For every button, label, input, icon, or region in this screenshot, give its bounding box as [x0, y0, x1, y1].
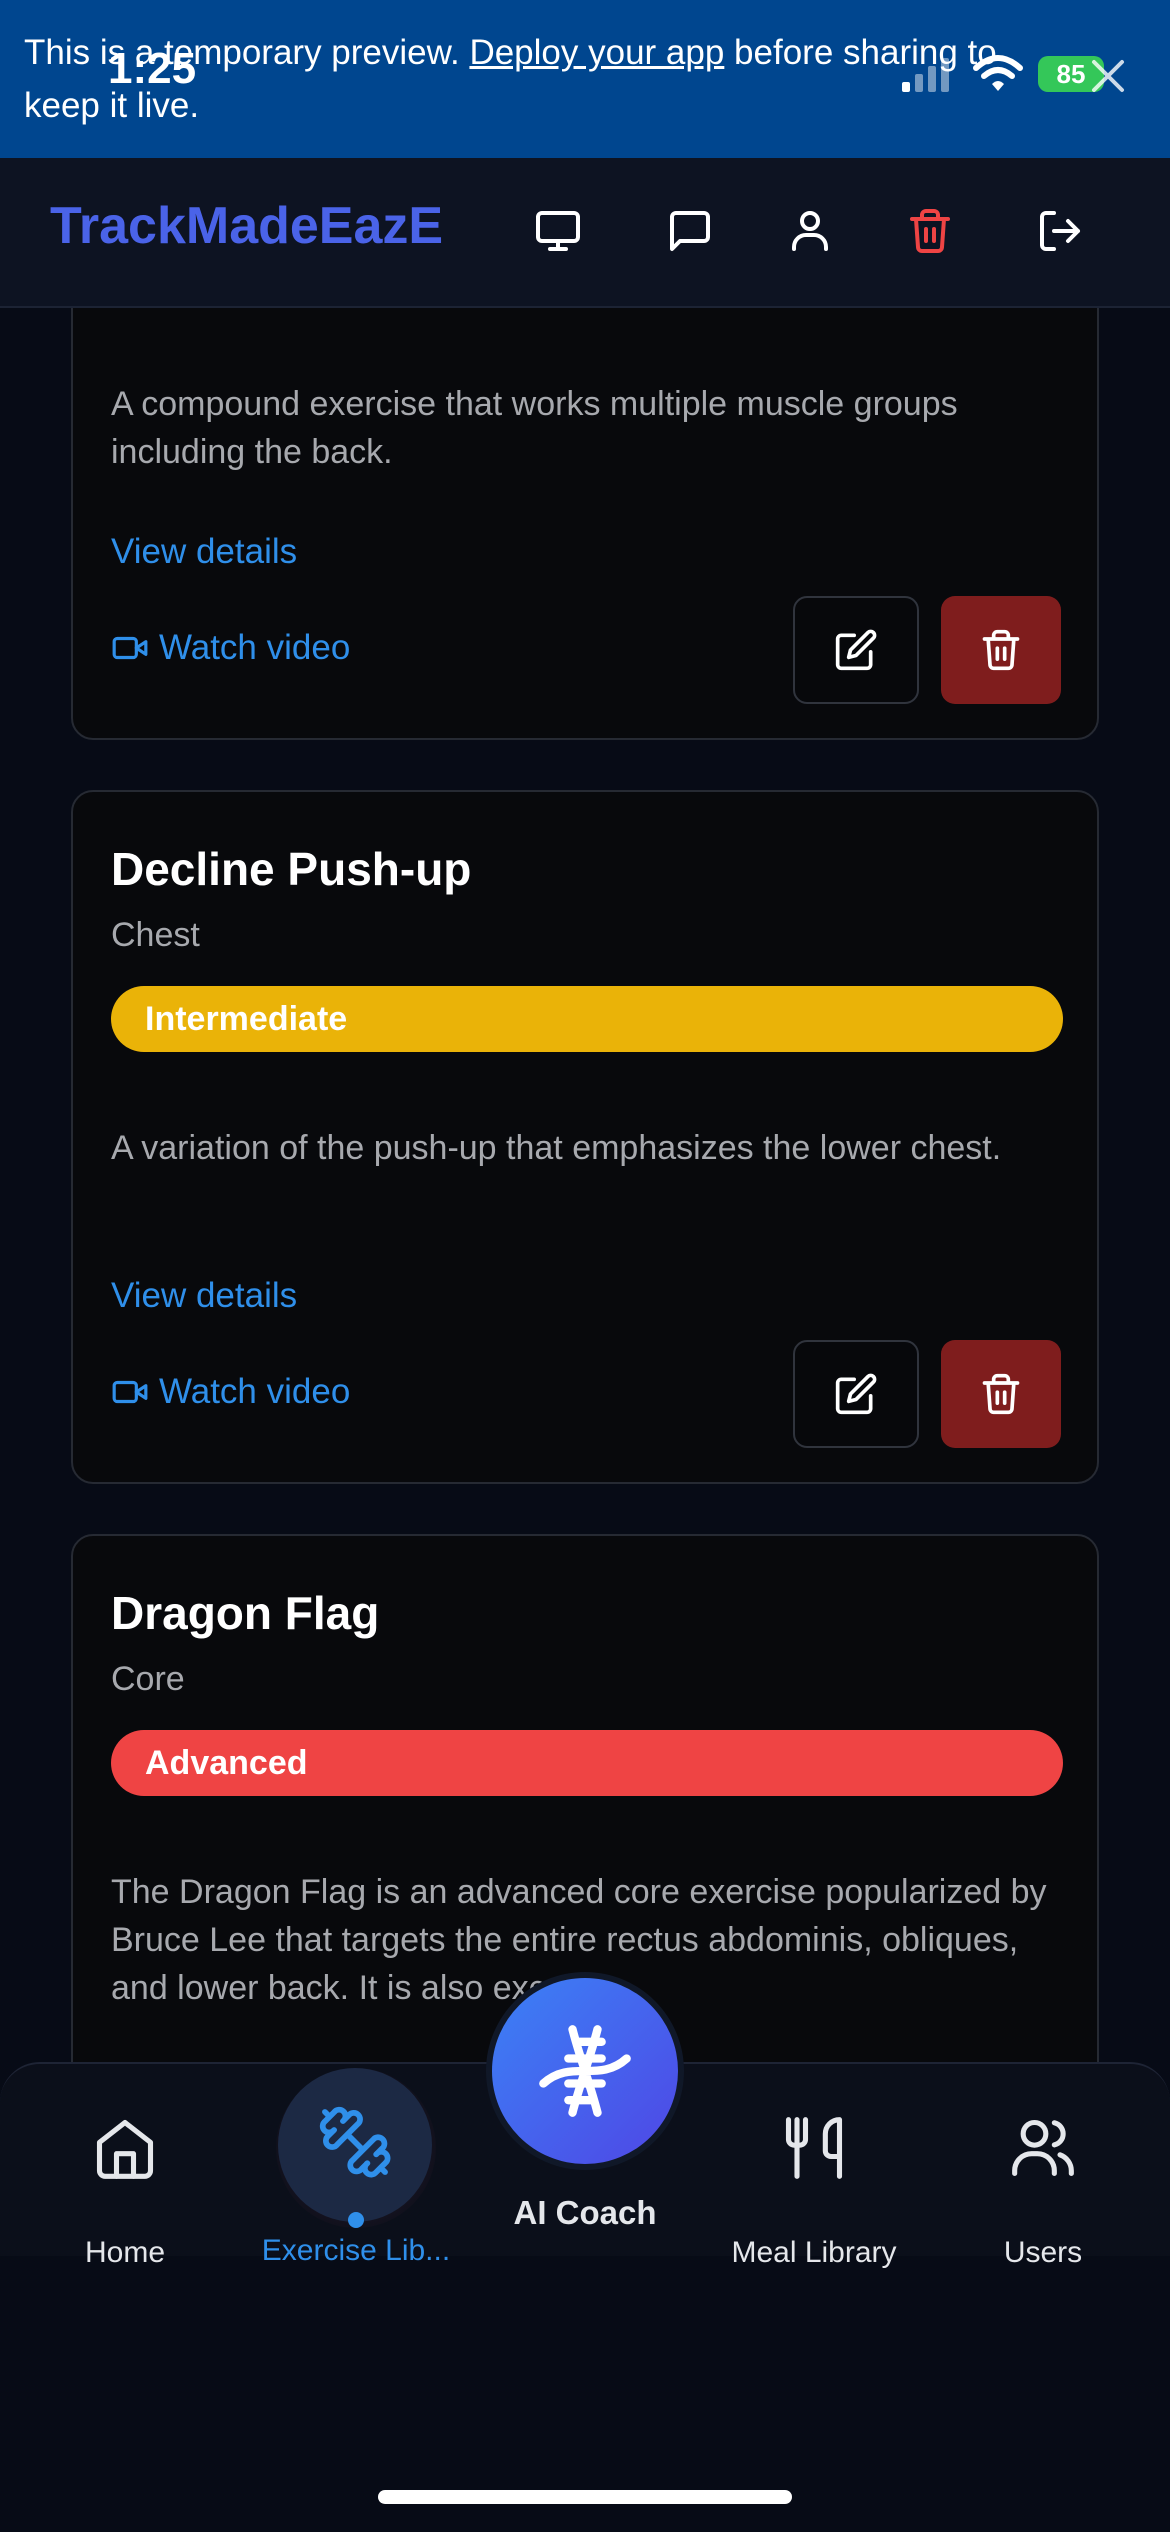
wifi-icon	[973, 55, 1023, 91]
nav-meal-label: Meal Library	[731, 2236, 897, 2269]
home-indicator	[378, 2490, 792, 2504]
watch-video-link[interactable]: Watch video	[111, 1372, 350, 1412]
video-icon	[112, 636, 148, 660]
difficulty-badge: Intermediate	[111, 986, 1063, 1052]
exercise-title: Dragon Flag	[111, 1587, 380, 1639]
view-details-link[interactable]: View details	[111, 532, 297, 572]
monitor-icon[interactable]	[523, 196, 593, 266]
edit-icon	[835, 1373, 877, 1415]
message-icon[interactable]	[655, 196, 725, 266]
trash-icon	[982, 629, 1020, 671]
exercise-category: Chest	[111, 916, 200, 954]
nav-exercise-library[interactable]	[278, 2068, 432, 2222]
signal-icon	[902, 58, 949, 92]
app-header: TrackMadeEazE	[0, 158, 1170, 308]
exercise-card: Decline Push-up Chest Intermediate A var…	[71, 790, 1099, 1484]
watch-video-label: Watch video	[159, 1372, 351, 1411]
ai-coach-button[interactable]	[486, 1972, 684, 2170]
nav-meal-library[interactable]: Meal Library	[716, 2064, 912, 2269]
status-time: 1:25	[108, 44, 197, 93]
view-details-link[interactable]: View details	[111, 1276, 297, 1316]
exercise-title: Decline Push-up	[111, 843, 472, 895]
edit-button[interactable]	[793, 1340, 919, 1448]
exercise-card: A compound exercise that works multiple …	[71, 260, 1099, 740]
video-icon	[112, 1380, 148, 1404]
nav-users[interactable]: Users	[970, 2064, 1116, 2269]
exercise-description: A variation of the push-up that emphasiz…	[111, 1129, 1002, 1167]
preview-banner: This is a temporary preview. Deploy your…	[0, 0, 1170, 158]
edit-icon	[835, 629, 877, 671]
home-icon	[96, 2119, 154, 2179]
difficulty-badge: Advanced	[111, 1730, 1063, 1796]
user-icon[interactable]	[775, 196, 845, 266]
logout-icon[interactable]	[1025, 196, 1095, 266]
edit-button[interactable]	[793, 596, 919, 704]
app-screen: This is a temporary preview. Deploy your…	[0, 0, 1170, 2532]
deploy-link[interactable]: Deploy your app	[469, 33, 724, 72]
active-indicator-dot	[348, 2212, 364, 2228]
dna-icon	[539, 2025, 631, 2117]
preview-text-before: This is a temporary preview.	[24, 33, 470, 72]
delete-button[interactable]	[941, 596, 1061, 704]
watch-video-link[interactable]: Watch video	[111, 628, 350, 668]
nav-home[interactable]: Home	[50, 2064, 200, 2269]
trash-icon	[982, 1373, 1020, 1415]
nav-exercise-label: Exercise Lib...	[261, 2234, 451, 2267]
utensils-icon	[785, 2117, 843, 2179]
users-icon	[1012, 2119, 1074, 2177]
exercise-description: A compound exercise that works multiple …	[111, 385, 958, 471]
ai-coach-button-inner	[492, 1978, 678, 2164]
delete-button[interactable]	[941, 1340, 1061, 1448]
close-icon[interactable]	[1086, 54, 1130, 98]
exercise-category: Core	[111, 1660, 185, 1698]
ai-coach-label: AI Coach	[513, 2194, 657, 2231]
trash-icon[interactable]	[895, 196, 965, 266]
app-logo[interactable]: TrackMadeEazE	[50, 196, 443, 256]
nav-users-label: Users	[1003, 2236, 1083, 2269]
watch-video-label: Watch video	[159, 628, 351, 667]
nav-home-label: Home	[84, 2236, 166, 2269]
dumbbell-icon	[319, 2106, 391, 2178]
